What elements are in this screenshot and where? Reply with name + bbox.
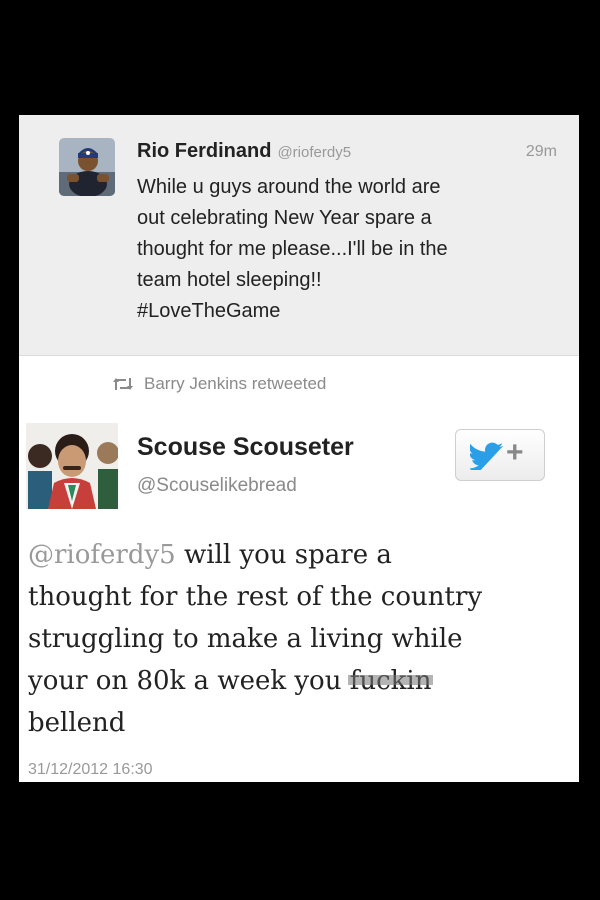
avatar[interactable] [59,138,115,196]
profile-photo-icon [26,423,118,509]
reply-tweet-text: @rioferdy5 will you spare a thought for … [28,534,568,744]
tweet-text-line: team hotel sleeping!! [137,269,322,291]
tweet-text-line: bellend [28,708,126,738]
tweet-text-line: struggling to make a living while [28,624,463,654]
retweet-icon [113,378,133,390]
tweet-text-line: out celebrating New Year spare a [137,207,432,229]
tweet-text-line: thought for the rest of the country [28,582,483,612]
tweet-text-line: your on 80k a week you fuckin [28,660,568,702]
tweet-text-line: @rioferdy5 will you spare a [28,534,568,576]
screenshot-card: Rio Ferdinand @rioferdy5 29m While u guys… [19,115,579,782]
mention-link[interactable]: @rioferdy5 [28,540,176,570]
retweet-label: Barry Jenkins retweeted [144,374,327,393]
author-name[interactable]: Scouse Scouseter [137,433,354,462]
tweet-text-line: While u guys around the world are [137,176,441,198]
censored-word: fuckin [347,660,434,702]
follow-plus: + [506,436,524,469]
original-tweet-header: Rio Ferdinand @rioferdy5 29m [137,140,557,170]
original-tweet[interactable]: Rio Ferdinand @rioferdy5 29m While u guys… [19,115,579,356]
tweet-text-segment: will you spare a [175,540,392,570]
censor-bar [347,675,434,685]
author-name[interactable]: Rio Ferdinand [137,140,271,162]
tweet-time[interactable]: 29m [526,143,557,161]
tweet-text: While u guys around the world are out ce… [137,172,557,327]
twitter-bird-icon [470,442,504,470]
tweet-text-line: thought for me please...I'll be in the [137,238,448,260]
avatar[interactable] [26,423,118,509]
hashtag-link[interactable]: #LoveTheGame [137,296,557,327]
tweet-text-segment: your on 80k a week you [28,666,350,696]
tweet-timestamp[interactable]: 31/12/2012 16:30 [28,761,153,779]
profile-photo-icon [59,138,115,196]
author-handle[interactable]: @rioferdy5 [277,144,351,161]
follow-button[interactable]: + [455,429,545,481]
author-handle[interactable]: @Scouselikebread [137,475,297,497]
